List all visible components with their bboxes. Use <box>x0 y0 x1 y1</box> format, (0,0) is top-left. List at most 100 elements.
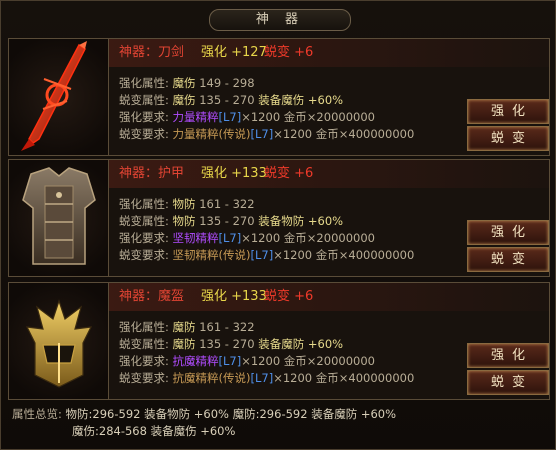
enhance-req-tag: [L7] <box>218 110 242 124</box>
mutate-bonus: 装备魔伤 +60% <box>258 93 344 107</box>
mutate-level: 蜕变 +6 <box>264 45 314 60</box>
enhance-attr-line: 强化属性: 魔防 161 - 322 <box>119 319 255 336</box>
mutate-level: 蜕变 +6 <box>264 166 314 181</box>
mutate-attr-range: 135 - 270 <box>199 337 255 351</box>
item-details: 强化属性: 魔防 161 - 322 蜕变属性: 魔防 135 - 270 装备… <box>109 311 549 399</box>
enhance-attr-range: 161 - 322 <box>199 197 255 211</box>
mutate-req-qty: ×1200 <box>273 248 313 262</box>
gold-label: 金币 <box>283 354 307 368</box>
mutate-req-line: 蜕变要求: 坚韧精粹(传说)[L7]×1200 金币×400000000 <box>119 247 414 264</box>
enhance-req-label: 强化要求: <box>119 231 169 245</box>
sword-icon <box>9 39 109 155</box>
mutate-attr-range: 135 - 270 <box>199 214 255 228</box>
mutate-attr-type: 魔防 <box>172 337 196 351</box>
mutate-req-label: 蜕变要求: <box>119 371 169 385</box>
mutate-attr-type: 物防 <box>172 214 196 228</box>
mutate-button-helmet[interactable]: 蜕变 <box>467 370 549 395</box>
mutate-req-item: 力量精粹(传说) <box>172 127 251 141</box>
mutate-bonus: 装备魔防 +60% <box>258 337 344 351</box>
enhance-req-tag: [L7] <box>218 354 242 368</box>
mutate-req-tag: [L7] <box>250 371 274 385</box>
enhance-req-line: 强化要求: 抗魔精粹[L7]×1200 金币×20000000 <box>119 353 375 370</box>
gold-label: 金币 <box>315 127 339 141</box>
item-header: 神器：护甲 强化 +133 蜕变 +6 <box>109 160 549 189</box>
mutate-req-item: 抗魔精粹(传说) <box>172 371 251 385</box>
mutate-req-label: 蜕变要求: <box>119 248 169 262</box>
enhance-req-gold: ×20000000 <box>306 354 375 368</box>
item-details: 强化属性: 魔伤 149 - 298 蜕变属性: 魔伤 135 - 270 装备… <box>109 67 549 155</box>
mutate-req-gold: ×400000000 <box>338 127 415 141</box>
mutate-req-gold: ×400000000 <box>338 371 415 385</box>
mutate-req-line: 蜕变要求: 抗魔精粹(传说)[L7]×1200 金币×400000000 <box>119 370 414 387</box>
enhance-button-sword[interactable]: 强化 <box>467 99 549 124</box>
item-name: 神器：魔盔 <box>119 289 185 304</box>
mutate-button-sword[interactable]: 蜕变 <box>467 126 549 151</box>
armor-icon <box>9 160 109 276</box>
enhance-req-line: 强化要求: 力量精粹[L7]×1200 金币×20000000 <box>119 109 375 126</box>
mutate-attr-type: 魔伤 <box>172 93 196 107</box>
mutate-req-line: 蜕变要求: 力量精粹(传说)[L7]×1200 金币×400000000 <box>119 126 414 143</box>
enhance-req-item: 抗魔精粹 <box>172 354 219 368</box>
enhance-req-label: 强化要求: <box>119 110 169 124</box>
enhance-attr-type: 魔防 <box>172 320 196 334</box>
mutate-req-item: 坚韧精粹(传说) <box>172 248 251 262</box>
enhance-req-qty: ×1200 <box>241 231 281 245</box>
enhance-req-line: 强化要求: 坚韧精粹[L7]×1200 金币×20000000 <box>119 230 375 247</box>
enhance-level: 强化 +127 <box>201 45 267 60</box>
summary-row-1: 物防:296-592 装备物防 +60% 魔防:296-592 装备魔防 +60… <box>65 407 397 421</box>
mutate-req-label: 蜕变要求: <box>119 127 169 141</box>
mutate-req-gold: ×400000000 <box>338 248 415 262</box>
helmet-icon <box>9 283 109 399</box>
mutate-attr-line: 蜕变属性: 物防 135 - 270 装备物防 +60% <box>119 213 343 230</box>
item-name: 神器：刀剑 <box>119 45 185 60</box>
enhance-button-armor[interactable]: 强化 <box>467 220 549 245</box>
enhance-req-qty: ×1200 <box>241 110 281 124</box>
enhance-attr-type: 物防 <box>172 197 196 211</box>
mutate-button-armor[interactable]: 蜕变 <box>467 247 549 272</box>
enhance-attr-range: 149 - 298 <box>199 76 255 90</box>
mutate-req-qty: ×1200 <box>273 127 313 141</box>
enhance-attr-line: 强化属性: 魔伤 149 - 298 <box>119 75 255 92</box>
mutate-attr-label: 蜕变属性: <box>119 214 169 228</box>
enhance-attr-label: 强化属性: <box>119 197 169 211</box>
gold-label: 金币 <box>283 110 307 124</box>
mutate-attr-range: 135 - 270 <box>199 93 255 107</box>
artifact-panel-armor: 神器：护甲 强化 +133 蜕变 +6 强化属性: 物防 161 - 322 蜕… <box>8 159 550 277</box>
mutate-attr-label: 蜕变属性: <box>119 337 169 351</box>
enhance-req-item: 力量精粹 <box>172 110 219 124</box>
mutate-attr-line: 蜕变属性: 魔伤 135 - 270 装备魔伤 +60% <box>119 92 343 109</box>
mutate-bonus: 装备物防 +60% <box>258 214 344 228</box>
summary-row-2: 魔伤:284-568 装备魔伤 +60% <box>72 424 236 438</box>
enhance-req-gold: ×20000000 <box>306 231 375 245</box>
mutate-attr-line: 蜕变属性: 魔防 135 - 270 装备魔防 +60% <box>119 336 343 353</box>
enhance-attr-range: 161 - 322 <box>199 320 255 334</box>
enhance-req-item: 坚韧精粹 <box>172 231 219 245</box>
mutate-req-qty: ×1200 <box>273 371 313 385</box>
item-header: 神器：刀剑 强化 +127 蜕变 +6 <box>109 39 549 68</box>
gold-label: 金币 <box>315 371 339 385</box>
attribute-summary: 属性总览: 物防:296-592 装备物防 +60% 魔防:296-592 装备… <box>12 406 542 446</box>
enhance-level: 强化 +133 <box>201 289 267 304</box>
gold-label: 金币 <box>315 248 339 262</box>
window-title: 神 器 <box>209 9 351 31</box>
gold-label: 金币 <box>283 231 307 245</box>
artifact-panel-sword: 神器：刀剑 强化 +127 蜕变 +6 强化属性: 魔伤 149 - 298 蜕… <box>8 38 550 156</box>
enhance-attr-label: 强化属性: <box>119 320 169 334</box>
enhance-attr-label: 强化属性: <box>119 76 169 90</box>
mutate-req-tag: [L7] <box>250 127 274 141</box>
enhance-level: 强化 +133 <box>201 166 267 181</box>
summary-label: 属性总览: <box>12 407 62 421</box>
mutate-level: 蜕变 +6 <box>264 289 314 304</box>
enhance-req-qty: ×1200 <box>241 354 281 368</box>
enhance-attr-type: 魔伤 <box>172 76 196 90</box>
item-name: 神器：护甲 <box>119 166 185 181</box>
enhance-req-tag: [L7] <box>218 231 242 245</box>
mutate-req-tag: [L7] <box>250 248 274 262</box>
item-details: 强化属性: 物防 161 - 322 蜕变属性: 物防 135 - 270 装备… <box>109 188 549 276</box>
enhance-req-gold: ×20000000 <box>306 110 375 124</box>
enhance-button-helmet[interactable]: 强化 <box>467 343 549 368</box>
enhance-attr-line: 强化属性: 物防 161 - 322 <box>119 196 255 213</box>
item-header: 神器：魔盔 强化 +133 蜕变 +6 <box>109 283 549 312</box>
enhance-req-label: 强化要求: <box>119 354 169 368</box>
mutate-attr-label: 蜕变属性: <box>119 93 169 107</box>
